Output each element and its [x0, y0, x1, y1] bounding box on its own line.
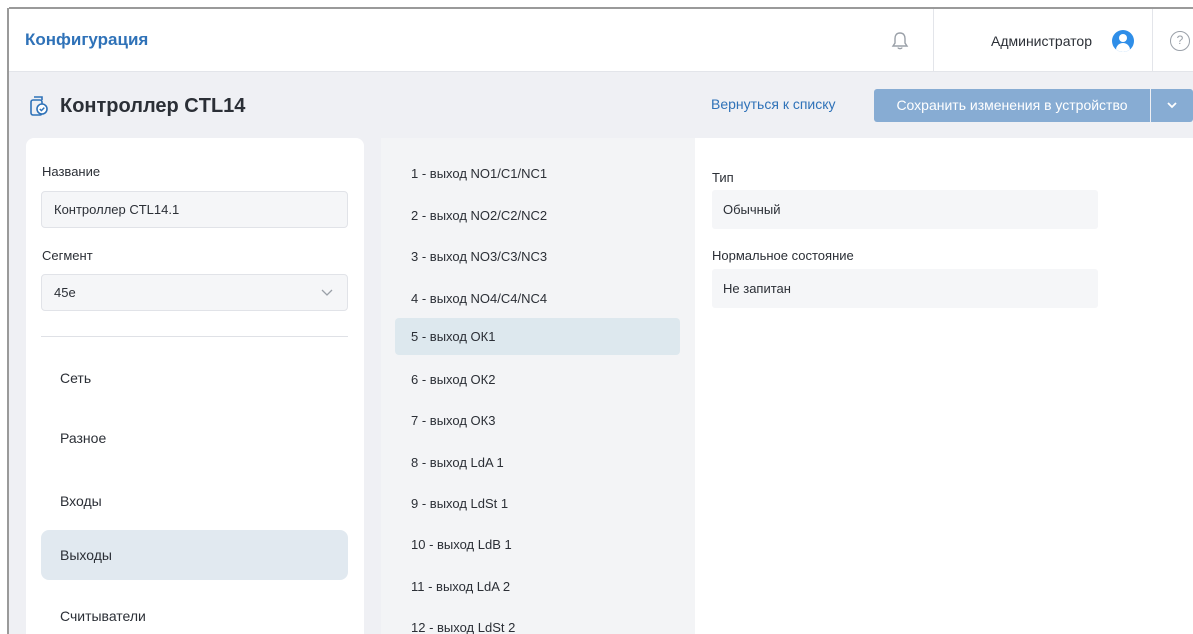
normal-state-field[interactable]: Не запитан [712, 269, 1098, 308]
output-item[interactable]: 9 - выход LdSt 1 [395, 485, 680, 522]
nav-item-network[interactable]: Сеть [41, 353, 348, 403]
output-item[interactable]: 5 - выход ОК1 [395, 318, 680, 355]
save-to-device-button[interactable]: Сохранить изменения в устройство [874, 89, 1150, 122]
output-item[interactable]: 6 - выход ОК2 [395, 361, 680, 398]
output-item[interactable]: 10 - выход LdB 1 [395, 526, 680, 563]
avatar-head [1119, 34, 1127, 42]
top-bar: Конфигурация Администратор ? [9, 9, 1193, 72]
output-item[interactable]: 1 - выход NO1/C1/NC1 [395, 155, 680, 192]
chevron-down-icon [1167, 102, 1177, 109]
app-title[interactable]: Конфигурация [25, 30, 148, 50]
save-options-dropdown-button[interactable] [1151, 89, 1193, 122]
bell-icon[interactable] [889, 30, 911, 52]
segment-value: 45e [54, 285, 76, 300]
output-detail-panel: Тип Обычный Нормальное состояние Не запи… [695, 138, 1193, 634]
type-label: Тип [712, 170, 734, 185]
outputs-list: 1 - выход NO1/C1/NC1 2 - выход NO2/C2/NC… [381, 138, 695, 634]
output-item[interactable]: 7 - выход ОК3 [395, 402, 680, 439]
controller-icon [30, 96, 48, 116]
nav-item-readers[interactable]: Считыватели [41, 591, 348, 634]
output-item[interactable]: 12 - выход LdSt 2 [395, 609, 680, 634]
normal-state-label: Нормальное состояние [712, 248, 854, 263]
nav-item-misc[interactable]: Разное [41, 413, 348, 463]
app: Конфигурация Администратор ? Контроллер … [9, 9, 1193, 634]
name-label: Название [42, 164, 101, 179]
avatar-body [1116, 43, 1130, 52]
user-avatar-icon[interactable] [1112, 30, 1134, 52]
controller-settings-card: Название Контроллер CTL14.1 Сегмент 45e … [26, 138, 364, 634]
user-name[interactable]: Администратор [991, 33, 1092, 49]
type-field[interactable]: Обычный [712, 190, 1098, 229]
chevron-down-icon [321, 289, 333, 296]
help-icon[interactable]: ? [1170, 31, 1190, 51]
nav-item-outputs[interactable]: Выходы [41, 530, 348, 580]
window-frame-top [0, 0, 1193, 9]
back-to-list-link[interactable]: Вернуться к списку [711, 96, 836, 112]
output-item[interactable]: 4 - выход NO4/C4/NC4 [395, 280, 680, 317]
topbar-separator [1152, 9, 1153, 72]
divider [41, 336, 348, 337]
window-frame-left [0, 0, 9, 634]
output-item[interactable]: 8 - выход LdA 1 [395, 444, 680, 481]
name-field[interactable]: Контроллер CTL14.1 [41, 191, 348, 228]
output-item[interactable]: 3 - выход NO3/C3/NC3 [395, 238, 680, 275]
segment-select[interactable]: 45e [41, 274, 348, 311]
topbar-separator [933, 9, 934, 72]
page-title: Контроллер CTL14 [60, 95, 246, 117]
output-item[interactable]: 11 - выход LdA 2 [395, 568, 680, 605]
output-item[interactable]: 2 - выход NO2/C2/NC2 [395, 197, 680, 234]
nav-item-inputs[interactable]: Входы [41, 476, 348, 526]
segment-label: Сегмент [42, 248, 93, 263]
